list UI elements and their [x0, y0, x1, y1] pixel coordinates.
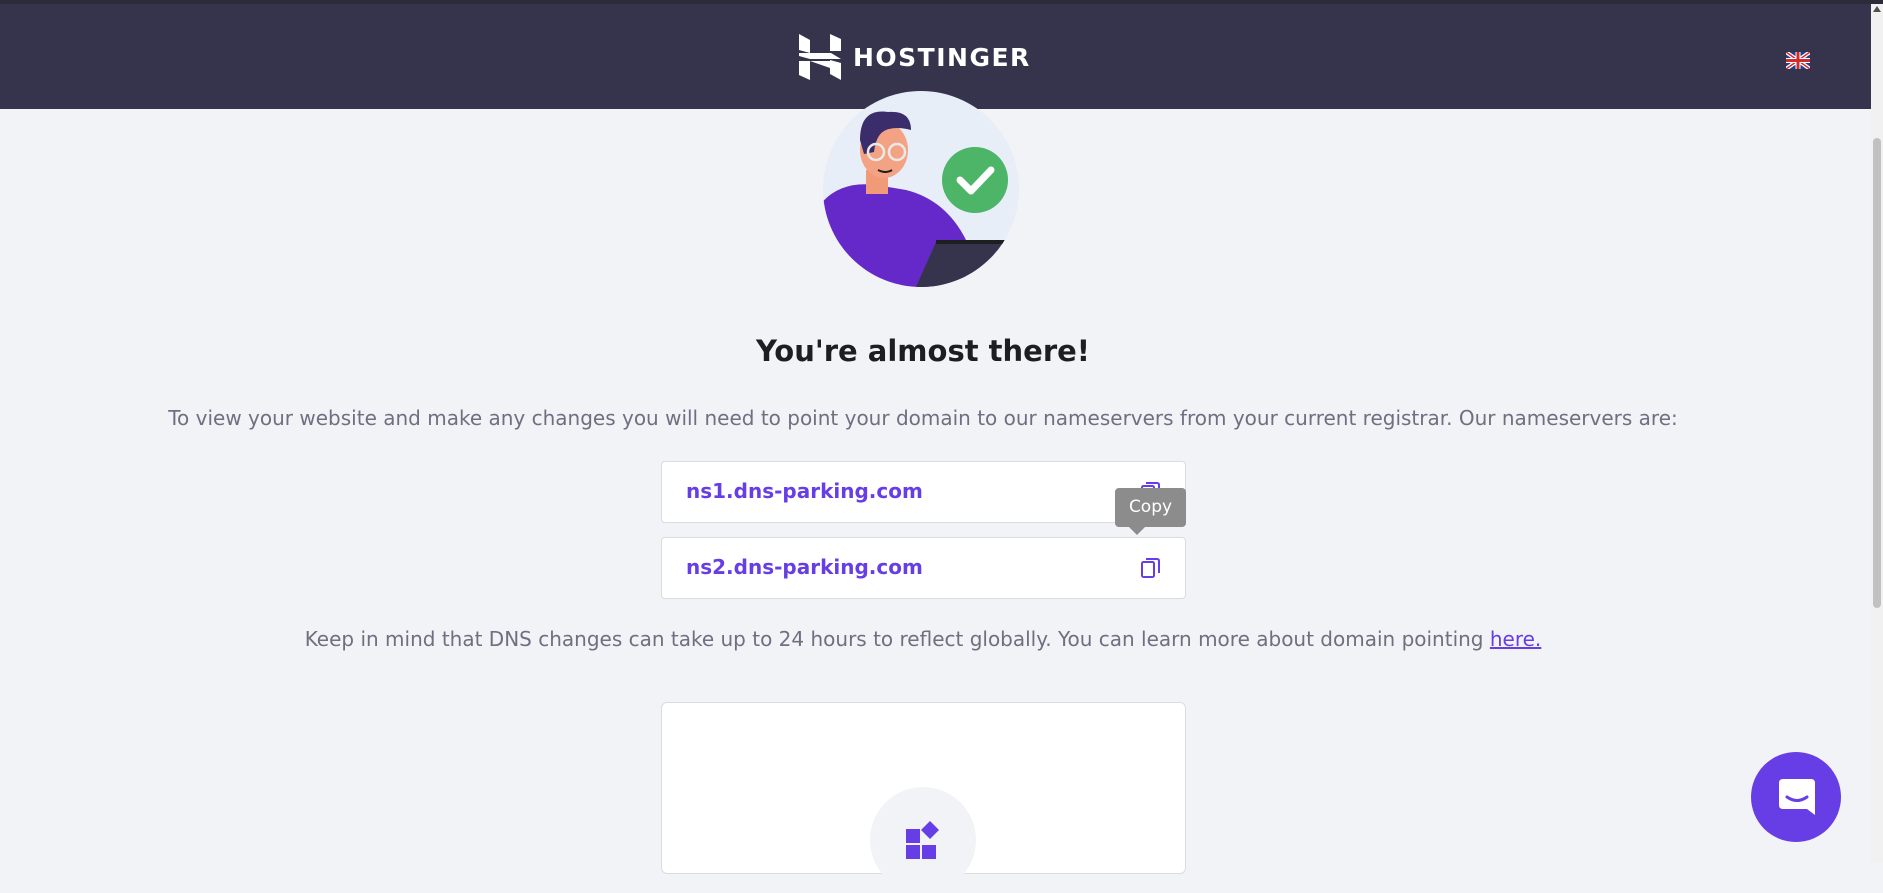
nameservers-description: To view your website and make any change…: [168, 406, 1678, 430]
nameserver-1-field[interactable]: ns1.dns-parking.com: [661, 461, 1186, 523]
scrollbar-thumb[interactable]: [1873, 138, 1881, 608]
copy-icon[interactable]: [1139, 556, 1163, 580]
scroll-up-arrow-icon[interactable]: [1873, 6, 1881, 12]
copy-tooltip: Copy: [1115, 488, 1186, 535]
hostinger-logo[interactable]: HOSTINGER: [799, 34, 1031, 80]
info-card: [661, 702, 1186, 893]
card-icon-circle: [870, 787, 976, 893]
nameserver-1-value[interactable]: ns1.dns-parking.com: [686, 479, 923, 503]
nameserver-2-value[interactable]: ns2.dns-parking.com: [686, 555, 923, 579]
dns-note-text: Keep in mind that DNS changes can take u…: [304, 627, 1490, 651]
dns-note: Keep in mind that DNS changes can take u…: [0, 627, 1846, 651]
uk-flag-icon[interactable]: [1786, 52, 1810, 69]
hostinger-logo-icon: [799, 34, 841, 80]
scrollbar[interactable]: [1871, 4, 1883, 863]
nameserver-2-field[interactable]: ns2.dns-parking.com: [661, 537, 1186, 599]
chat-button[interactable]: [1751, 752, 1841, 842]
chat-icon: [1779, 779, 1815, 815]
brand-name: HOSTINGER: [853, 42, 1031, 72]
person-with-checkmark-illustration: [816, 90, 1026, 287]
page-title: You're almost there!: [755, 334, 1091, 368]
widgets-icon: [906, 821, 939, 859]
domain-pointing-link[interactable]: here.: [1490, 627, 1541, 651]
